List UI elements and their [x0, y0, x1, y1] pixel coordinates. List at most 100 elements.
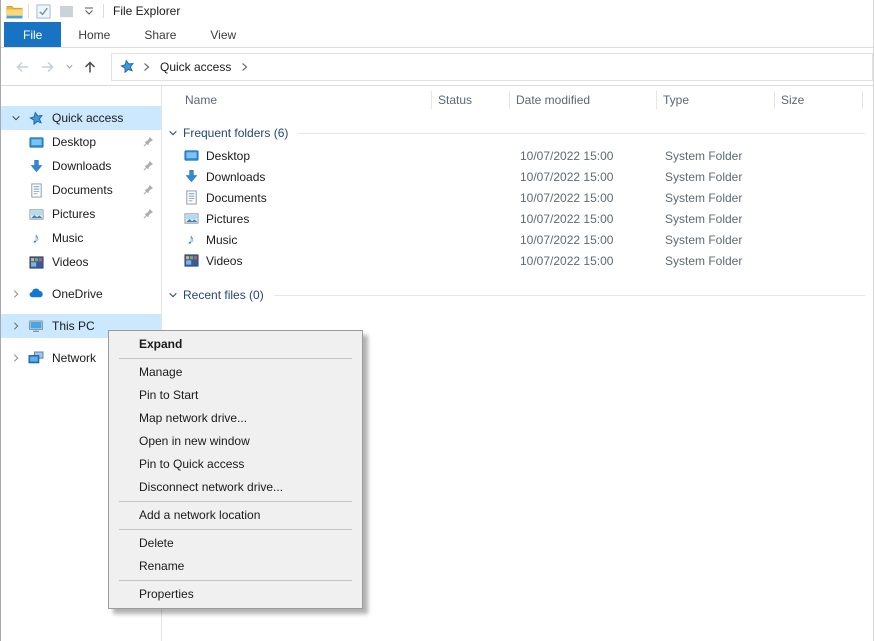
- file-date-modified: 10/07/2022 15:00: [520, 212, 665, 226]
- file-row-desktop[interactable]: Desktop 10/07/2022 15:00 System Folder: [162, 145, 873, 166]
- sidebar-item-label: Quick access: [52, 111, 123, 125]
- sidebar-item-quick-access[interactable]: Quick access: [1, 106, 161, 130]
- file-date-modified: 10/07/2022 15:00: [520, 254, 665, 268]
- pictures-icon: [27, 207, 45, 222]
- column-header-type[interactable]: Type: [657, 91, 775, 109]
- section-title: Frequent folders (6): [183, 126, 288, 140]
- section-rule: [298, 133, 865, 134]
- sidebar-item-label: Pictures: [52, 207, 95, 221]
- menu-item-pin-to-quick-access[interactable]: Pin to Quick access: [109, 453, 362, 476]
- section-header-recent-files[interactable]: Recent files (0): [168, 283, 865, 307]
- forward-arrow-icon[interactable]: [37, 56, 59, 78]
- file-type: System Folder: [665, 149, 742, 163]
- ribbon-tabs: File Home Share View: [1, 22, 873, 48]
- sidebar-item-downloads[interactable]: Downloads: [1, 154, 161, 178]
- menu-item-rename[interactable]: Rename: [109, 555, 362, 578]
- tab-home[interactable]: Home: [61, 22, 127, 47]
- file-name: Music: [206, 233, 237, 247]
- titlebar-separator: [28, 4, 29, 18]
- this-pc-icon: [27, 318, 45, 334]
- tab-view[interactable]: View: [193, 22, 253, 47]
- sidebar-item-documents[interactable]: Documents: [1, 178, 161, 202]
- sidebar-group-gap: [1, 274, 161, 282]
- documents-icon: [183, 190, 199, 206]
- file-type: System Folder: [665, 254, 742, 268]
- desktop-icon: [183, 148, 199, 164]
- quick-access-star-icon: [27, 111, 45, 126]
- chevron-right-icon[interactable]: [9, 321, 23, 331]
- sidebar-item-pictures[interactable]: Pictures: [1, 202, 161, 226]
- chevron-right-icon[interactable]: [9, 289, 23, 299]
- section-header-frequent-folders[interactable]: Frequent folders (6): [168, 121, 865, 145]
- menu-item-open-in-new-window[interactable]: Open in new window: [109, 430, 362, 453]
- menu-item-delete[interactable]: Delete: [109, 532, 362, 555]
- column-header-status[interactable]: Status: [432, 91, 510, 109]
- menu-separator: [119, 580, 352, 581]
- file-date-modified: 10/07/2022 15:00: [520, 170, 665, 184]
- menu-item-pin-to-start[interactable]: Pin to Start: [109, 384, 362, 407]
- menu-item-disconnect-network-drive[interactable]: Disconnect network drive...: [109, 476, 362, 499]
- downloads-icon: [27, 159, 45, 174]
- menu-separator: [119, 529, 352, 530]
- menu-item-map-network-drive[interactable]: Map network drive...: [109, 407, 362, 430]
- recent-locations-chevron-icon[interactable]: [63, 56, 75, 78]
- column-headers: Name Status Date modified Type Size: [162, 86, 873, 113]
- up-arrow-icon[interactable]: [79, 56, 101, 78]
- properties-quick-icon[interactable]: [34, 2, 52, 20]
- onedrive-cloud-icon: [27, 286, 45, 302]
- file-type: System Folder: [665, 170, 742, 184]
- file-row-music[interactable]: ♪ Music 10/07/2022 15:00 System Folder: [162, 229, 873, 250]
- pin-icon: [143, 184, 154, 198]
- customize-toolbar-chevron-icon[interactable]: [80, 2, 98, 20]
- section-title: Recent files (0): [183, 288, 264, 302]
- sidebar-item-label: Music: [52, 231, 83, 245]
- tab-share[interactable]: Share: [127, 22, 193, 47]
- quick-access-star-icon: [118, 58, 136, 76]
- window-title: File Explorer: [113, 4, 180, 18]
- file-name: Desktop: [206, 149, 250, 163]
- file-row-pictures[interactable]: Pictures 10/07/2022 15:00 System Folder: [162, 208, 873, 229]
- column-header-date-modified[interactable]: Date modified: [510, 91, 657, 109]
- tab-file[interactable]: File: [4, 22, 61, 47]
- file-name: Pictures: [206, 212, 249, 226]
- back-arrow-icon[interactable]: [11, 56, 33, 78]
- file-explorer-window: File Explorer File Home Share View Quic: [0, 0, 874, 641]
- file-row-videos[interactable]: Videos 10/07/2022 15:00 System Folder: [162, 250, 873, 271]
- file-explorer-logo-icon: [5, 2, 23, 20]
- titlebar: File Explorer: [1, 0, 873, 22]
- sidebar-item-label: Downloads: [52, 159, 111, 173]
- address-bar[interactable]: Quick access: [111, 53, 873, 81]
- sidebar-item-music[interactable]: ♪ Music: [1, 226, 161, 250]
- music-icon: ♪: [183, 232, 199, 248]
- menu-item-properties[interactable]: Properties: [109, 583, 362, 606]
- column-header-size[interactable]: Size: [775, 91, 863, 109]
- pictures-icon: [183, 211, 199, 227]
- music-icon: ♪: [27, 231, 45, 246]
- menu-item-add-network-location[interactable]: Add a network location: [109, 504, 362, 527]
- menu-item-expand[interactable]: Expand: [109, 333, 362, 356]
- breadcrumb-location[interactable]: Quick access: [157, 60, 234, 74]
- file-row-documents[interactable]: Documents 10/07/2022 15:00 System Folder: [162, 187, 873, 208]
- sidebar-item-videos[interactable]: Videos: [1, 250, 161, 274]
- file-row-downloads[interactable]: Downloads 10/07/2022 15:00 System Folder: [162, 166, 873, 187]
- file-date-modified: 10/07/2022 15:00: [520, 149, 665, 163]
- pin-icon: [143, 160, 154, 174]
- column-header-name[interactable]: Name: [162, 91, 432, 109]
- new-folder-quick-icon[interactable]: [57, 2, 75, 20]
- videos-icon: [183, 253, 199, 269]
- file-type: System Folder: [665, 212, 742, 226]
- chevron-down-icon: [168, 290, 178, 300]
- downloads-icon: [183, 169, 199, 185]
- this-pc-context-menu: Expand Manage Pin to Start Map network d…: [108, 330, 363, 609]
- menu-item-manage[interactable]: Manage: [109, 361, 362, 384]
- breadcrumb-chevron-icon[interactable]: [238, 62, 251, 72]
- sidebar-item-desktop[interactable]: Desktop: [1, 130, 161, 154]
- sidebar-item-label: Videos: [52, 255, 88, 269]
- videos-icon: [27, 255, 45, 270]
- breadcrumb-chevron-icon[interactable]: [140, 62, 153, 72]
- sidebar-item-label: Documents: [52, 183, 113, 197]
- chevron-down-icon[interactable]: [9, 113, 23, 123]
- sidebar-item-onedrive[interactable]: OneDrive: [1, 282, 161, 306]
- pin-icon: [143, 136, 154, 150]
- chevron-right-icon[interactable]: [9, 353, 23, 363]
